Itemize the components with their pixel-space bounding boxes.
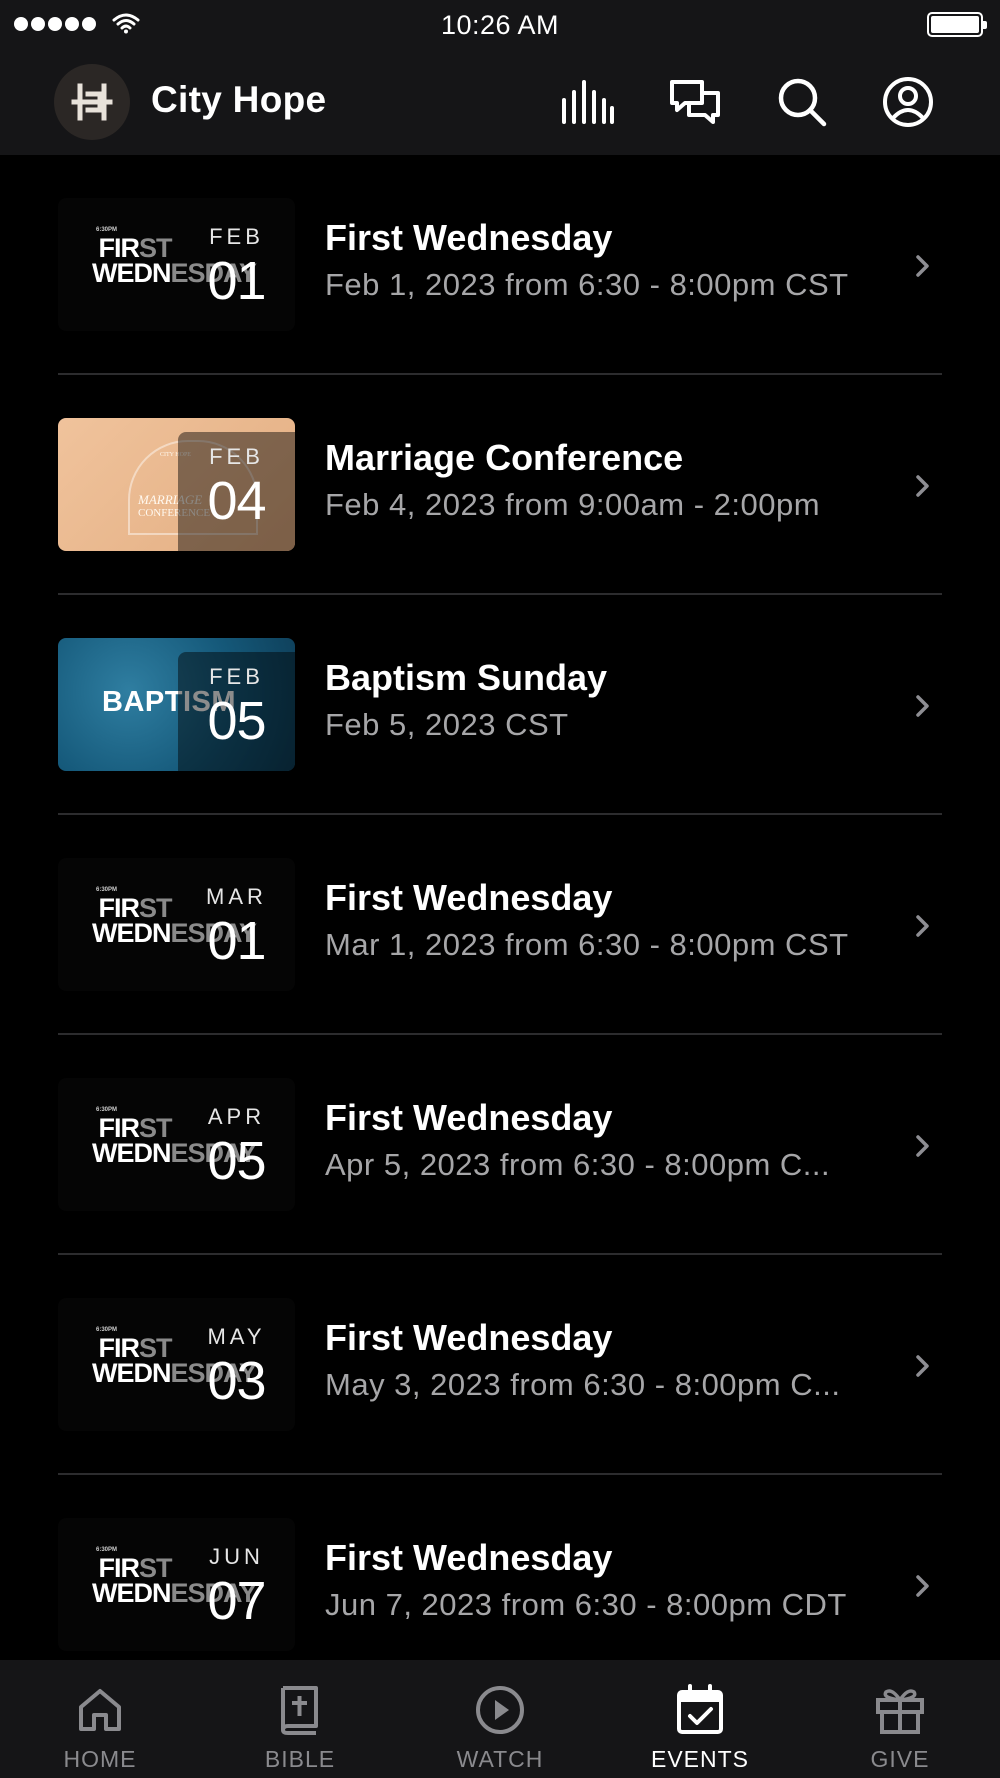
event-title: Baptism Sunday [325, 657, 608, 698]
battery-icon [927, 12, 987, 37]
date-badge: JUN 07 [178, 1532, 295, 1651]
profile-icon[interactable] [880, 74, 936, 130]
bible-icon [272, 1682, 328, 1738]
event-thumbnail: CITY HOPE MARRIAGE CONFERENCE FEB 04 [58, 418, 295, 551]
event-row[interactable]: 6:30PM FIRST WEDNESDAY MAR 01 First Wedn… [0, 815, 1000, 1035]
event-title: First Wednesday [325, 217, 613, 258]
date-day: 03 [207, 1351, 266, 1411]
chevron-right-icon [916, 1355, 929, 1377]
event-thumbnail: 6:30PM FIRST WEDNESDAY FEB 01 [58, 198, 295, 331]
date-badge: MAY 03 [178, 1312, 295, 1431]
search-icon[interactable] [774, 74, 830, 130]
event-datetime: Feb 1, 2023 from 6:30 - 8:00pm CST [325, 267, 849, 302]
gift-icon [872, 1682, 928, 1738]
date-month: FEB [209, 224, 264, 249]
date-month: JUN [209, 1544, 264, 1569]
event-title: Marriage Conference [325, 437, 684, 478]
app-title: City Hope [151, 79, 327, 120]
tab-label: GIVE [870, 1746, 930, 1772]
date-month: FEB [209, 444, 264, 469]
event-thumbnail: 6:30PM FIRST WEDNESDAY APR 05 [58, 1078, 295, 1211]
event-datetime: May 3, 2023 from 6:30 - 8:00pm C... [325, 1367, 841, 1402]
tab-events[interactable]: EVENTS [600, 1660, 800, 1778]
date-day: 07 [207, 1571, 266, 1631]
tab-bar: HOME BIBLE WATCH EVENTS GIVE [0, 1660, 1000, 1778]
event-row[interactable]: 6:30PM FIRST WEDNESDAY JUN 07 First Wedn… [0, 1475, 1000, 1660]
event-datetime: Feb 5, 2023 CST [325, 707, 569, 742]
tab-watch[interactable]: WATCH [400, 1660, 600, 1778]
tab-label: WATCH [456, 1746, 544, 1772]
event-list: 6:30PM FIRST WEDNESDAY FEB 01 First Wedn… [0, 155, 1000, 1660]
event-datetime: Jun 7, 2023 from 6:30 - 8:00pm CDT [325, 1587, 847, 1622]
date-day: 01 [207, 911, 266, 971]
event-datetime: Apr 5, 2023 from 6:30 - 8:00pm C... [325, 1147, 831, 1182]
date-day: 05 [207, 1131, 266, 1191]
play-circle-icon [472, 1682, 528, 1738]
chevron-right-icon [916, 695, 929, 717]
status-bar: 10:26 AM [0, 0, 1000, 50]
home-icon [72, 1682, 128, 1738]
tab-home[interactable]: HOME [0, 1660, 200, 1778]
event-row[interactable]: CITY HOPE MARRIAGE CONFERENCE FEB 04 Mar… [0, 375, 1000, 595]
tab-label: BIBLE [264, 1746, 336, 1772]
date-badge: MAR 01 [178, 872, 295, 991]
event-title: First Wednesday [325, 877, 613, 918]
event-thumbnail: 6:30PM FIRST WEDNESDAY MAY 03 [58, 1298, 295, 1431]
date-month: MAR [206, 884, 267, 909]
tab-label: EVENTS [650, 1746, 750, 1772]
date-month: MAY [207, 1324, 266, 1349]
date-day: 04 [207, 471, 266, 531]
date-day: 01 [207, 251, 266, 311]
date-badge: FEB 04 [178, 432, 295, 551]
calendar-check-icon [672, 1682, 728, 1738]
date-badge: FEB 05 [178, 652, 295, 771]
event-thumbnail: 6:30PM FIRST WEDNESDAY JUN 07 [58, 1518, 295, 1651]
tab-bible[interactable]: BIBLE [200, 1660, 400, 1778]
chevron-right-icon [916, 1575, 929, 1597]
date-month: APR [207, 1104, 266, 1129]
event-title: First Wednesday [325, 1097, 613, 1138]
event-title: First Wednesday [325, 1537, 613, 1578]
chat-icon[interactable] [667, 74, 723, 130]
date-month: FEB [209, 664, 264, 689]
event-title: First Wednesday [325, 1317, 613, 1358]
chevron-right-icon [916, 475, 929, 497]
tab-give[interactable]: GIVE [800, 1660, 1000, 1778]
event-datetime: Feb 4, 2023 from 9:00am - 2:00pm [325, 487, 821, 522]
status-time: 10:26 AM [440, 10, 560, 40]
chevron-right-icon [916, 255, 929, 277]
date-badge: APR 05 [178, 1092, 295, 1211]
app-header: City Hope [0, 50, 1000, 155]
chevron-right-icon [916, 915, 929, 937]
date-day: 05 [207, 691, 266, 751]
event-row[interactable]: BAPTISM FEB 05 Baptism Sunday Feb 5, 202… [0, 595, 1000, 815]
event-row[interactable]: 6:30PM FIRST WEDNESDAY APR 05 First Wedn… [0, 1035, 1000, 1255]
chevron-right-icon [916, 1135, 929, 1157]
event-datetime: Mar 1, 2023 from 6:30 - 8:00pm CST [325, 927, 849, 962]
city-hope-logo-icon[interactable] [54, 64, 130, 140]
event-row[interactable]: 6:30PM FIRST WEDNESDAY MAY 03 First Wedn… [0, 1255, 1000, 1475]
event-thumbnail: 6:30PM FIRST WEDNESDAY MAR 01 [58, 858, 295, 991]
audio-bars-icon[interactable] [560, 74, 616, 130]
event-row[interactable]: 6:30PM FIRST WEDNESDAY FEB 01 First Wedn… [0, 155, 1000, 375]
date-badge: FEB 01 [178, 212, 295, 331]
tab-label: HOME [63, 1746, 137, 1772]
event-thumbnail: BAPTISM FEB 05 [58, 638, 295, 771]
